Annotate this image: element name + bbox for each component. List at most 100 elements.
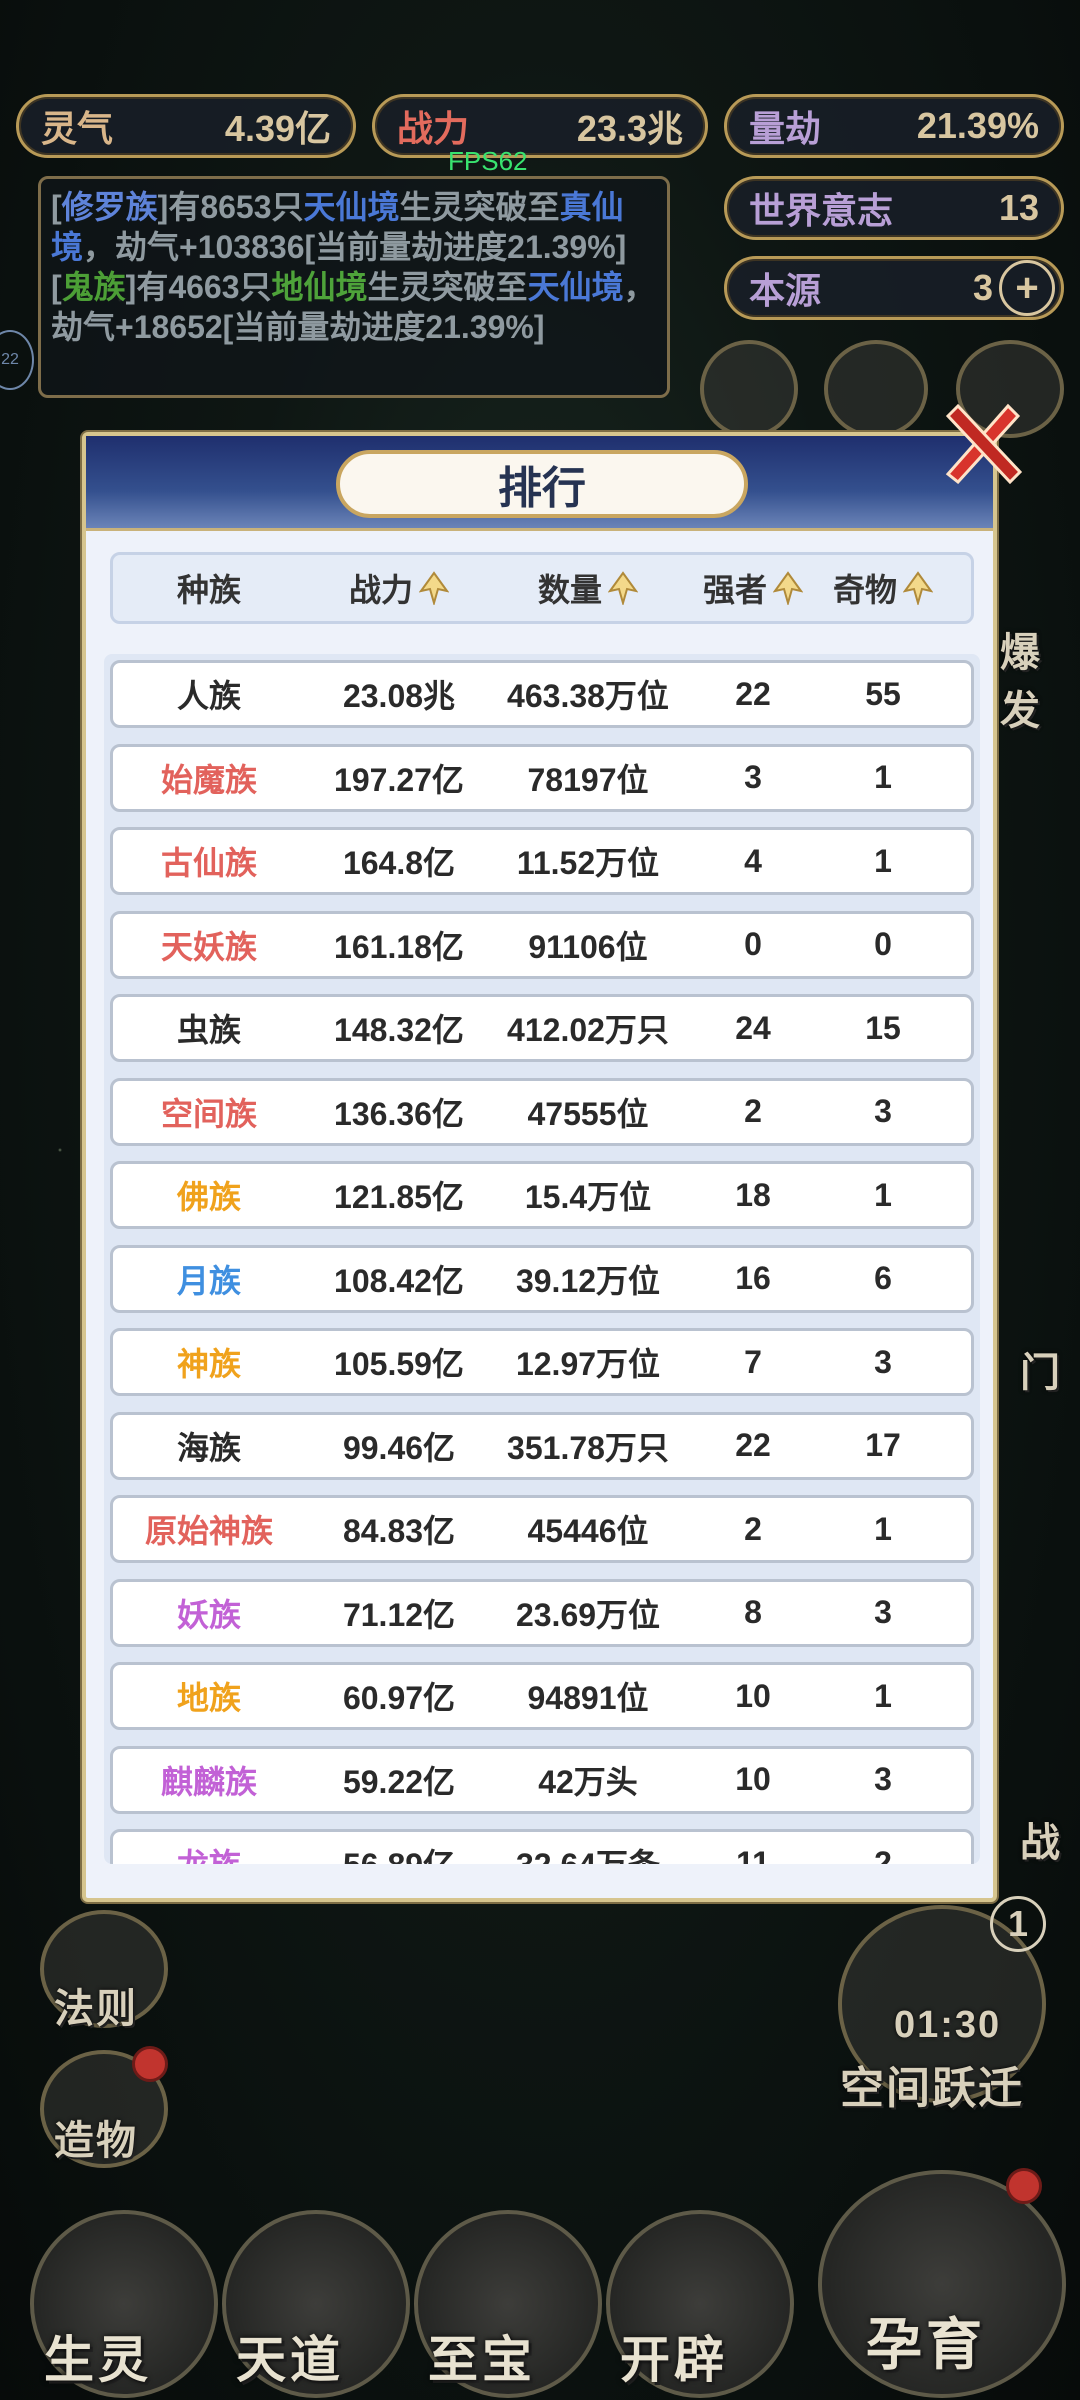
race-name: 原始神族 [144, 1513, 273, 1549]
ranking-row[interactable]: 地族 60.97亿 94891位 10 1 [110, 1662, 974, 1730]
log-realm: 天仙境 [527, 269, 624, 305]
ranking-row[interactable]: 妖族 71.12亿 23.69万位 8 3 [110, 1578, 974, 1647]
ranking-list[interactable]: 人族 23.08兆 463.38万位 22 55 始魔族 197.27亿 78197位 3 1 古仙… [104, 654, 980, 1864]
treasure-value: 3 [874, 1093, 892, 1129]
notification-dot [1006, 2168, 1042, 2204]
creation-label[interactable]: 造物 [54, 2108, 138, 2166]
zhanli-stat: 战力 23.3兆 [372, 94, 708, 158]
strong-value: 3 [744, 759, 762, 795]
sort-arrow-icon[interactable] [419, 571, 449, 605]
close-icon[interactable] [938, 396, 1026, 484]
race-name: 虫族 [176, 1012, 241, 1048]
ranking-row[interactable]: 虫族 148.32亿 412.02万只 24 15 [110, 994, 974, 1062]
race-name: 海族 [176, 1429, 241, 1466]
treasure-value: 3 [874, 1594, 892, 1630]
law-label[interactable]: 法则 [54, 1976, 138, 2034]
header-count[interactable]: 数量 [493, 565, 683, 611]
zhanli-value: 23.3兆 [576, 108, 683, 149]
world-will-label: 世界意志 [749, 190, 894, 231]
count-value: 32.64万条 [493, 1840, 683, 1864]
count-value: 78197位 [527, 761, 649, 798]
count-value: 15.4万位 [524, 1179, 652, 1215]
origin-stat[interactable]: 本源 3 + [724, 256, 1064, 320]
strong-value: 24 [735, 1009, 771, 1046]
ranking-row[interactable]: 神族 105.59亿 12.97万位 7 3 [110, 1328, 974, 1396]
count-value: 11.52万位 [516, 845, 660, 881]
treasure-value: 1 [874, 759, 892, 795]
treasure-value: 3 [874, 1343, 892, 1380]
gate-label[interactable]: 门 [1020, 1340, 1062, 1398]
world-will-stat[interactable]: 世界意志 13 [724, 176, 1064, 240]
lingqi-stat: 灵气 4.39亿 [16, 94, 356, 158]
breed-label[interactable]: 孕育 [866, 2300, 986, 2381]
race-name: 月族 [176, 1262, 241, 1299]
nav-treasure[interactable]: 至宝 [428, 2320, 536, 2392]
ranking-row[interactable]: 佛族 121.85亿 15.4万位 18 1 [110, 1161, 974, 1229]
space-jump-label[interactable]: 空间跃迁 [840, 2052, 1024, 2116]
race-name: 人族 [176, 678, 241, 714]
ranking-row[interactable]: 麒麟族 59.22亿 42万头 10 3 [110, 1745, 974, 1814]
add-origin-icon[interactable]: + [999, 260, 1055, 316]
ranking-row[interactable]: 空间族 136.36亿 47555位 2 3 [110, 1077, 974, 1146]
count-value: 463.38万位 [507, 678, 669, 714]
treasure-value: 1 [874, 1510, 892, 1547]
header-race: 种族 [176, 572, 241, 608]
race-name: 麒麟族 [160, 1763, 257, 1800]
ranking-row[interactable]: 古仙族 164.8亿 11.52万位 4 1 [110, 827, 974, 895]
sort-arrow-icon[interactable] [903, 571, 933, 605]
ranking-header-row: 种族 战力 数量 强者 奇物 [110, 552, 974, 624]
race-name: 佛族 [176, 1179, 241, 1215]
strong-value: 2 [744, 1510, 762, 1547]
ranking-row[interactable]: 始魔族 197.27亿 78197位 3 1 [110, 743, 974, 812]
count-value: 12.97万位 [515, 1346, 661, 1382]
treasure-value: 1 [874, 842, 892, 879]
dialog-header: 排行 [86, 436, 993, 531]
space-jump-count: 1 [990, 1896, 1046, 1952]
header-treasure[interactable]: 奇物 [823, 565, 943, 611]
strong-value: 10 [735, 1677, 771, 1714]
war-label[interactable]: 战 [1020, 1810, 1062, 1868]
ranking-row[interactable]: 月族 108.42亿 39.12万位 16 6 [110, 1244, 974, 1313]
ranking-row[interactable]: 天妖族 161.18亿 91106位 0 0 [110, 910, 974, 979]
sort-arrow-icon[interactable] [608, 571, 638, 605]
power-value: 59.22亿 [342, 1763, 456, 1800]
log-entry: [鬼族]有4663只地仙境生灵突破至天仙境，劫气+18652[当前量劫进度21.… [51, 269, 656, 345]
tool-icon-2[interactable] [824, 340, 928, 438]
log-entry: [修罗族]有8653只天仙境生灵突破至真仙境，劫气+103836[当前量劫进度2… [51, 189, 627, 265]
header-power[interactable]: 战力 [305, 565, 493, 611]
ranking-row[interactable]: 龙族56.89亿32.64万条 11 2 [110, 1829, 974, 1864]
treasure-value: 2 [874, 1844, 892, 1865]
power-value: 99.46亿 [342, 1429, 456, 1466]
nav-heaven[interactable]: 天道 [236, 2320, 344, 2392]
header-strong[interactable]: 强者 [683, 565, 823, 611]
nav-creature[interactable]: 生灵 [44, 2320, 152, 2392]
count-value: 47555位 [527, 1095, 649, 1132]
count-value: 39.12万位 [515, 1262, 661, 1299]
power-value: 56.89亿 [305, 1840, 493, 1864]
count-value: 94891位 [527, 1680, 649, 1716]
power-value: 23.08兆 [342, 678, 456, 714]
log-realm: 地仙境 [271, 269, 368, 305]
power-value: 136.36亿 [334, 1095, 464, 1132]
power-value: 71.12亿 [342, 1596, 456, 1633]
nav-create[interactable]: 开辟 [620, 2320, 728, 2392]
ranking-row[interactable]: 原始神族 84.83亿 45446位 2 1 [110, 1495, 974, 1563]
power-value: 84.83亿 [342, 1513, 456, 1549]
strong-value: 16 [735, 1260, 771, 1296]
treasure-value: 55 [865, 675, 901, 712]
space-jump-timer: 01:30 [894, 2004, 1002, 2046]
world-will-value: 13 [998, 187, 1039, 228]
burst-label[interactable]: 爆发 [1000, 620, 1080, 736]
treasure-value: 6 [874, 1260, 892, 1296]
fps-counter: FPS62 [448, 146, 528, 176]
race-name: 龙族 [113, 1840, 305, 1864]
sort-arrow-icon[interactable] [773, 571, 803, 605]
liangjie-stat[interactable]: 量劫 21.39% [724, 94, 1064, 158]
lingqi-value: 4.39亿 [224, 108, 331, 149]
ranking-row[interactable]: 海族 99.46亿 351.78万只 22 17 [110, 1411, 974, 1480]
liangjie-value: 21.39% [916, 105, 1039, 146]
lingqi-label: 灵气 [41, 108, 114, 149]
ranking-row[interactable]: 人族 23.08兆 463.38万位 22 55 [110, 660, 974, 728]
tool-icon-1[interactable] [700, 340, 798, 438]
strong-value: 10 [735, 1761, 771, 1797]
